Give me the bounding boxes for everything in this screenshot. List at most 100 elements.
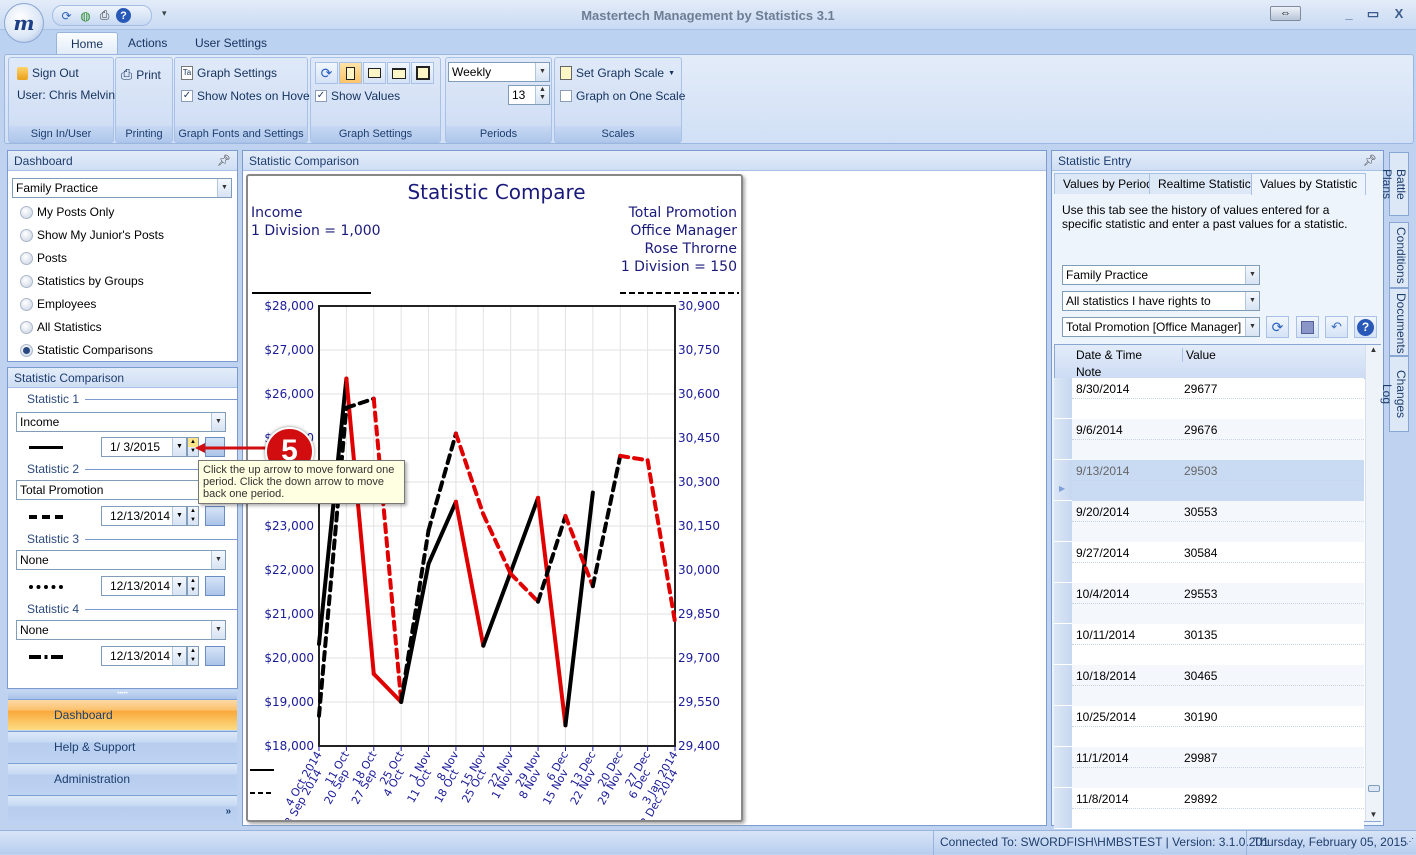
division-select[interactable]: Family Practice▼: [1062, 265, 1260, 285]
resize-grip-icon[interactable]: ⋰: [1400, 831, 1416, 855]
spin-icon[interactable]: ▲▼: [535, 86, 549, 104]
cell-value[interactable]: 29892: [1184, 792, 1217, 806]
side-tab-conditions[interactable]: Conditions: [1389, 222, 1409, 288]
side-tab-battle-plans[interactable]: Battle Plans: [1389, 152, 1409, 216]
statistic-2-grid-button[interactable]: [205, 506, 225, 526]
statistic-4-date[interactable]: 12/13/2014▼: [101, 646, 187, 666]
scroll-up-icon[interactable]: ▲: [1366, 345, 1381, 354]
cell-date[interactable]: 9/13/2014: [1076, 464, 1129, 478]
table-row[interactable]: 11/8/201429892: [1054, 788, 1364, 829]
tab-realtime-statistics[interactable]: Realtime Statistics: [1149, 173, 1266, 194]
division-select[interactable]: Family Practice▼: [12, 178, 232, 198]
refresh-button[interactable]: ⟳: [1266, 316, 1289, 338]
page-portrait-button[interactable]: [339, 62, 362, 84]
column-value[interactable]: Value: [1182, 348, 1216, 362]
graph-one-scale-checkbox[interactable]: Graph on One Scale: [560, 89, 685, 103]
radio-posts[interactable]: Posts: [20, 251, 67, 265]
row-selector[interactable]: [1054, 501, 1072, 542]
column-date[interactable]: Date & Time: [1076, 348, 1142, 362]
cell-value[interactable]: 29677: [1184, 382, 1217, 396]
set-graph-scale-button[interactable]: Set Graph Scale ▼: [560, 66, 675, 80]
show-values-checkbox[interactable]: ✓ Show Values: [315, 89, 400, 103]
statistic-1-select[interactable]: Income▼: [16, 412, 226, 432]
cell-value[interactable]: 29503: [1184, 464, 1217, 478]
statistic-1-date[interactable]: 1/ 3/2015▼: [101, 437, 187, 457]
cell-value[interactable]: 30465: [1184, 669, 1217, 683]
statistic-2-select[interactable]: Total Promotion▼: [16, 480, 226, 500]
statistic-3-date[interactable]: 12/13/2014▼: [101, 576, 187, 596]
cell-value[interactable]: 30584: [1184, 546, 1217, 560]
row-selector[interactable]: [1054, 542, 1072, 583]
page-landscape-button[interactable]: [363, 62, 386, 84]
tab-values-by-period[interactable]: Values by Period: [1054, 173, 1162, 194]
graph-settings-button[interactable]: Ta Graph Settings: [181, 66, 277, 80]
cell-value[interactable]: 30553: [1184, 505, 1217, 519]
table-row[interactable]: 9/20/201430553: [1054, 501, 1364, 542]
row-selector[interactable]: ▶: [1054, 460, 1072, 501]
print-button[interactable]: ⎙ Print: [121, 66, 161, 83]
period-count-stepper[interactable]: 13▲▼: [508, 85, 550, 105]
resize-toggle-button[interactable]: ⇔: [1270, 6, 1301, 21]
statistics-filter-select[interactable]: All statistics I have rights to▼: [1062, 291, 1260, 311]
show-notes-checkbox[interactable]: ✓ Show Notes on Hover: [181, 89, 314, 103]
maximize-button[interactable]: ▭: [1364, 6, 1382, 22]
statistic-3-select[interactable]: None▼: [16, 550, 226, 570]
row-selector[interactable]: [1054, 747, 1072, 788]
cell-date[interactable]: 9/6/2014: [1076, 423, 1123, 437]
tab-actions[interactable]: Actions: [114, 32, 181, 54]
radio-juniors-posts[interactable]: Show My Junior's Posts: [20, 228, 164, 242]
row-selector[interactable]: [1054, 624, 1072, 665]
more-options-icon[interactable]: »: [225, 796, 231, 827]
scroll-down-icon[interactable]: ▼: [1366, 810, 1381, 819]
tab-home[interactable]: Home: [56, 32, 118, 54]
side-tab-changes-log[interactable]: Changes Log: [1389, 356, 1409, 432]
cell-date[interactable]: 11/1/2014: [1076, 751, 1129, 765]
statistic-2-period-stepper[interactable]: ▲▼: [187, 506, 199, 526]
sign-out-button[interactable]: Sign Out: [17, 66, 79, 80]
cell-value[interactable]: 30135: [1184, 628, 1217, 642]
tab-user-settings[interactable]: User Settings: [181, 32, 281, 54]
cell-date[interactable]: 10/25/2014: [1076, 710, 1136, 724]
help-button[interactable]: ?: [1354, 316, 1377, 338]
radio-statistics-by-groups[interactable]: Statistics by Groups: [20, 274, 144, 288]
side-tab-documents[interactable]: Documents: [1389, 288, 1409, 356]
row-selector[interactable]: [1054, 419, 1072, 460]
row-selector[interactable]: [1054, 788, 1072, 829]
close-button[interactable]: X: [1390, 6, 1408, 22]
cell-value[interactable]: 29553: [1184, 587, 1217, 601]
statistic-3-period-stepper[interactable]: ▲▼: [187, 576, 199, 596]
undo-button[interactable]: ↶: [1325, 316, 1348, 338]
row-selector[interactable]: [1054, 378, 1072, 419]
table-row[interactable]: 10/11/2014 30135: [1054, 624, 1364, 665]
arrow-up-icon[interactable]: ▲: [188, 507, 198, 516]
grid-scrollbar[interactable]: ▲ ▼: [1365, 345, 1381, 821]
cell-date[interactable]: 10/11/2014: [1076, 628, 1135, 642]
splitter-handle[interactable]: •••••: [8, 690, 237, 699]
scroll-thumb[interactable]: [1368, 785, 1380, 792]
radio-statistic-comparisons[interactable]: Statistic Comparisons: [20, 343, 153, 357]
nav-help-support[interactable]: Help & Support: [8, 731, 237, 762]
pin-icon[interactable]: 📌︎: [1363, 151, 1377, 171]
pin-icon[interactable]: 📌︎: [217, 151, 231, 171]
minimize-button[interactable]: _: [1340, 6, 1358, 22]
radio-my-posts[interactable]: My Posts Only: [20, 205, 114, 219]
nav-administration[interactable]: Administration: [8, 763, 237, 794]
save-button[interactable]: [1296, 316, 1319, 338]
cell-date[interactable]: 10/18/2014: [1076, 669, 1136, 683]
arrow-up-icon[interactable]: ▲: [188, 577, 198, 586]
table-row[interactable]: 11/1/201429987: [1054, 747, 1364, 788]
table-row[interactable]: 9/6/201429676: [1054, 419, 1364, 460]
statistic-4-period-stepper[interactable]: ▲▼: [187, 646, 199, 666]
fit-width-button[interactable]: [387, 62, 410, 84]
radio-all-statistics[interactable]: All Statistics: [20, 320, 102, 334]
cell-value[interactable]: 30190: [1184, 710, 1217, 724]
row-selector[interactable]: [1054, 665, 1072, 706]
statistic-4-grid-button[interactable]: [205, 646, 225, 666]
table-row[interactable]: ▶ 9/13/2014 29503: [1054, 460, 1364, 501]
arrow-down-icon[interactable]: ▼: [188, 516, 198, 525]
table-row[interactable]: 10/25/2014 30190: [1054, 706, 1364, 747]
arrow-down-icon[interactable]: ▼: [188, 656, 198, 665]
nav-dashboard[interactable]: Dashboard: [8, 699, 237, 730]
table-row[interactable]: 9/27/201430584: [1054, 542, 1364, 583]
table-row[interactable]: 8/30/201429677: [1054, 378, 1364, 419]
